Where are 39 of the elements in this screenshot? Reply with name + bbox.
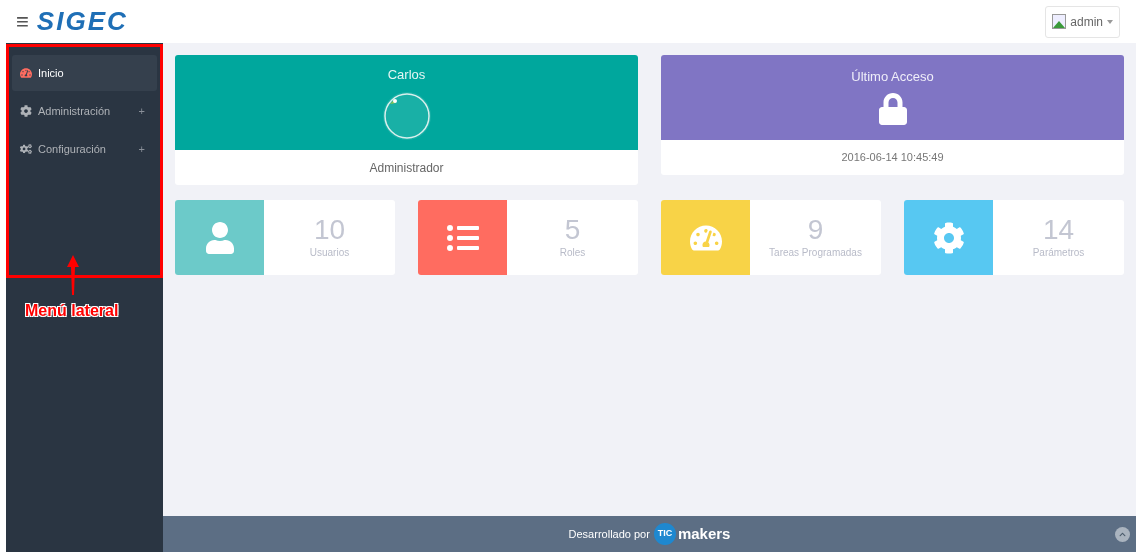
annotation-arrow [67, 255, 79, 295]
stat-value: 5 [564, 215, 581, 245]
sidebar-item-label: Inicio [38, 65, 64, 81]
chevron-up-icon [1119, 530, 1126, 538]
avatar-ring-icon [381, 90, 432, 141]
scroll-top-button[interactable] [1115, 526, 1130, 542]
sidebar-item[interactable]: Configuración + [12, 131, 157, 167]
stat-label: Roles [559, 246, 586, 260]
sidebar-item[interactable]: Inicio [12, 55, 157, 91]
gears-icon [20, 143, 32, 155]
menu-button[interactable]: ≡ [16, 10, 29, 33]
stat-value: 14 [1042, 215, 1075, 245]
last-access-title: Último Acceso [851, 68, 934, 86]
stat-label: Parámetros [1032, 246, 1085, 260]
caret-icon [1107, 19, 1113, 24]
gauge-icon [20, 67, 32, 79]
user-menu-button[interactable]: admin [1045, 5, 1120, 38]
stat-value: 10 [313, 215, 346, 245]
stat-value: 9 [807, 215, 824, 245]
brand-name: makers [677, 523, 731, 544]
expand-toggle[interactable]: + [138, 140, 145, 158]
lock-icon [876, 92, 909, 125]
last-access-time: 2016-06-14 10:45:49 [840, 150, 945, 166]
user-icon [203, 221, 236, 254]
logo: SIGEC [36, 5, 128, 38]
sidebar-item-label: Configuración [38, 141, 106, 157]
stat-label: Tareas Programadas [769, 246, 862, 260]
gear-icon [932, 221, 965, 254]
brand-mark: TIC [653, 523, 676, 545]
gear-icon [20, 105, 32, 117]
annotation-label: Menú lateral [25, 301, 119, 321]
sidebar-item[interactable]: Administración + [12, 93, 157, 129]
sidebar-item-label: Administración [38, 103, 111, 119]
broken-image-icon [1052, 14, 1067, 29]
user-role: Administrador [368, 159, 445, 177]
expand-toggle[interactable]: + [138, 102, 145, 120]
stat-label: Usuarios [309, 246, 350, 260]
user-name: Carlos [387, 66, 426, 84]
footer-text: Desarrollado por [568, 526, 650, 542]
